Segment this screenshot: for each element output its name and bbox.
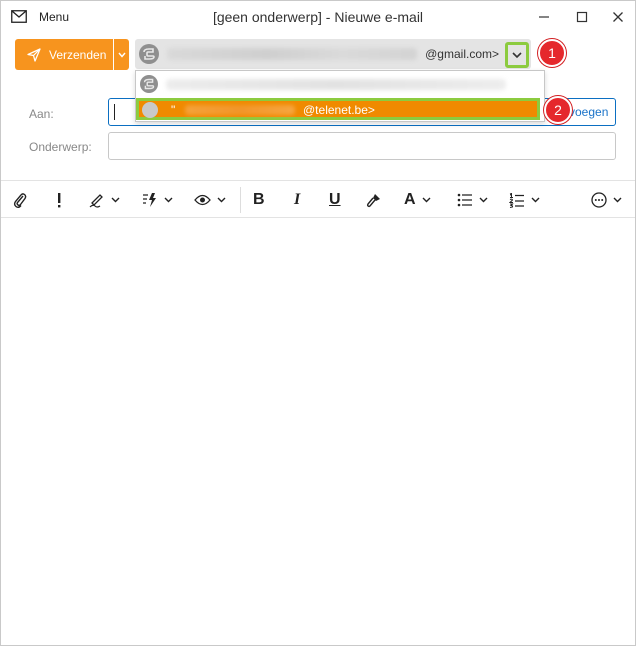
signature-button[interactable]	[89, 190, 120, 210]
redacted-sender-name	[167, 48, 417, 60]
from-option-1[interactable]	[136, 71, 544, 97]
bullet-list-button[interactable]	[457, 190, 488, 210]
account-avatar-icon	[140, 75, 158, 93]
add-recipient-link[interactable]: voegen	[569, 105, 609, 119]
format-toolbar: B I U A	[1, 180, 635, 218]
minimize-icon	[539, 16, 549, 18]
italic-button[interactable]: I	[294, 190, 300, 210]
from-dropdown-toggle[interactable]	[505, 42, 529, 68]
send-button[interactable]: Verzenden	[15, 39, 113, 70]
chevron-down-icon	[479, 197, 488, 203]
from-option-2[interactable]: " @telenet.be>	[136, 98, 540, 120]
numbered-list-button[interactable]	[509, 190, 540, 210]
minimize-button[interactable]	[529, 6, 559, 28]
step-badge-1: 1	[538, 39, 566, 67]
exclamation-icon	[58, 193, 61, 208]
paperclip-icon	[13, 193, 27, 208]
font-color-icon: A	[404, 191, 416, 208]
quick-parts-button[interactable]	[142, 190, 173, 210]
account-avatar-icon	[142, 102, 158, 118]
chevron-down-icon	[217, 197, 226, 203]
send-options-button[interactable]	[114, 39, 129, 70]
chevron-down-icon	[164, 197, 173, 203]
menu-button[interactable]: Menu	[39, 10, 69, 24]
chevron-down-icon	[613, 197, 622, 203]
chevron-down-icon	[422, 197, 431, 203]
compose-window: Menu [geen onderwerp] - Nieuwe e-mail Ve…	[0, 0, 636, 646]
chevron-down-icon	[117, 52, 126, 58]
redacted-option-text	[166, 79, 506, 90]
from-account-select[interactable]: @gmail.com>	[135, 39, 531, 69]
eye-icon	[194, 194, 211, 206]
envelope-icon[interactable]	[11, 10, 27, 23]
option-quote: "	[171, 103, 176, 117]
more-options-button[interactable]	[591, 190, 622, 210]
lightning-list-icon	[143, 193, 156, 207]
pen-signature-icon	[89, 194, 103, 208]
italic-icon: I	[294, 191, 301, 208]
subject-label: Onderwerp:	[29, 140, 92, 154]
text-caret	[114, 104, 115, 120]
underline-icon: U	[329, 191, 341, 208]
view-options-button[interactable]	[194, 190, 226, 210]
subject-input[interactable]	[108, 132, 616, 160]
account-avatar-icon	[139, 44, 159, 64]
bold-icon: B	[253, 191, 265, 208]
maximize-icon	[576, 11, 588, 23]
font-color-button[interactable]: A	[404, 190, 431, 210]
format-painter-button[interactable]	[366, 190, 382, 210]
underline-button[interactable]: U	[329, 190, 341, 210]
chevron-down-icon	[512, 51, 522, 58]
chevron-down-icon	[111, 197, 120, 203]
option-email: @telenet.be>	[303, 103, 375, 117]
to-label: Aan:	[29, 107, 54, 121]
attach-button[interactable]	[13, 190, 27, 210]
message-body[interactable]	[1, 218, 635, 645]
chevron-down-icon	[531, 197, 540, 203]
toolbar-divider	[240, 187, 241, 213]
importance-button[interactable]	[56, 190, 62, 210]
redacted-option-name	[185, 105, 295, 115]
bold-button[interactable]: B	[253, 190, 265, 210]
step-badge-2: 2	[544, 96, 572, 124]
maximize-button[interactable]	[567, 6, 597, 28]
from-email: @gmail.com>	[425, 47, 499, 61]
from-account-dropdown: " @telenet.be>	[135, 70, 545, 122]
numbered-list-icon	[509, 192, 524, 208]
close-button[interactable]	[603, 6, 633, 28]
paintbrush-icon	[366, 194, 380, 208]
bullet-list-icon	[457, 193, 472, 207]
paper-plane-icon	[27, 47, 41, 62]
close-icon	[613, 12, 623, 22]
more-horizontal-icon	[591, 192, 607, 208]
send-button-label: Verzenden	[49, 47, 107, 62]
title-bar: Menu [geen onderwerp] - Nieuwe e-mail	[1, 1, 635, 33]
